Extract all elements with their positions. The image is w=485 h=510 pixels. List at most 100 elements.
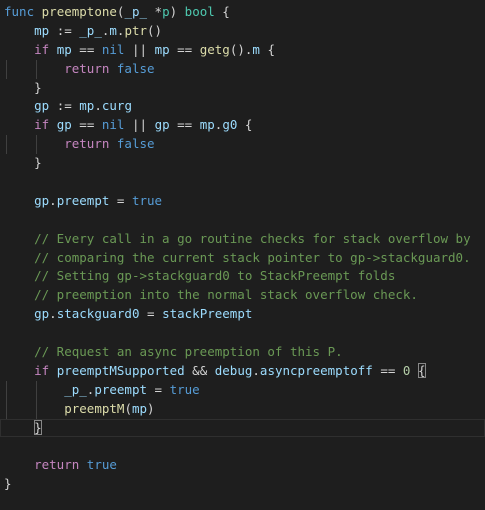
- operator: ==: [372, 362, 403, 378]
- code-line[interactable]: // Setting gp->stackguard0 to StackPreem…: [0, 267, 485, 286]
- code-line[interactable]: gp.preempt = true: [0, 192, 485, 211]
- indent-guide: [6, 399, 7, 419]
- operator: .: [49, 306, 57, 322]
- comment: // Every call in a go routine checks for…: [34, 230, 471, 246]
- operator: ==: [71, 41, 102, 57]
- identifier: mp: [34, 22, 50, 38]
- operator: *: [147, 4, 163, 19]
- operator: =: [139, 306, 163, 322]
- code-line[interactable]: return false: [0, 135, 485, 155]
- matched-bracket: {: [417, 362, 426, 378]
- operator: [79, 457, 87, 472]
- operator: .: [94, 98, 102, 114]
- function-name: preemptone: [41, 4, 117, 19]
- operator: :=: [49, 22, 80, 38]
- code-line[interactable]: if preemptMSupported && debug.asyncpreem…: [0, 362, 485, 381]
- control-keyword: return: [64, 60, 110, 76]
- identifier: _p_: [124, 4, 148, 19]
- operator: .: [49, 192, 57, 208]
- code-line[interactable]: }: [0, 79, 485, 98]
- code-line[interactable]: }: [0, 418, 485, 438]
- identifier: mp: [154, 41, 170, 57]
- identifier: preemptMSupported: [56, 362, 185, 378]
- code-line[interactable]: // preemption into the normal stack over…: [0, 286, 485, 305]
- operator: ): [169, 4, 185, 19]
- indent-guide: [36, 399, 37, 419]
- identifier: mp: [131, 400, 148, 416]
- operator: (: [124, 400, 132, 416]
- code-line[interactable]: preemptM(mp): [0, 399, 485, 419]
- control-keyword: if: [34, 41, 50, 57]
- indent-guide: [6, 380, 7, 400]
- operator: }: [34, 79, 42, 95]
- operator: [109, 136, 117, 151]
- code-line[interactable]: gp.stackguard0 = stackPreempt: [0, 305, 485, 324]
- keyword: true: [169, 381, 200, 397]
- code-line[interactable]: _p_.preempt = true: [0, 380, 485, 400]
- code-line[interactable]: }: [0, 475, 485, 494]
- operator: [34, 4, 42, 19]
- code-line[interactable]: mp := _p_.m.ptr(): [0, 22, 485, 41]
- code-line[interactable]: }: [0, 154, 485, 173]
- operator: ||: [124, 41, 155, 57]
- code-line[interactable]: [0, 324, 485, 343]
- code-line[interactable]: if gp == nil || gp == mp.g0 {: [0, 116, 485, 135]
- code-line[interactable]: gp := mp.curg: [0, 97, 485, 116]
- operator: ): [147, 400, 155, 416]
- indent-guide: [36, 380, 37, 400]
- operator: }: [34, 155, 42, 171]
- code-line[interactable]: // Request an async preemption of this P…: [0, 343, 485, 362]
- identifier: curg: [101, 98, 132, 114]
- operator: [109, 61, 117, 76]
- operator: ==: [71, 117, 102, 133]
- code-line[interactable]: [0, 437, 485, 456]
- control-keyword: return: [34, 457, 80, 473]
- identifier: m: [109, 22, 117, 38]
- keyword: false: [116, 60, 155, 76]
- keyword: true: [131, 192, 163, 208]
- identifier: _p_: [79, 22, 102, 38]
- indent-guide: [36, 59, 37, 79]
- keyword: false: [116, 136, 155, 152]
- control-keyword: if: [34, 117, 50, 133]
- code-line[interactable]: return true: [0, 456, 485, 475]
- type-name: p: [162, 4, 170, 19]
- identifier: gp: [154, 117, 170, 133]
- type-name: bool: [184, 4, 215, 19]
- operator: &&: [184, 362, 215, 378]
- operator: {: [259, 41, 276, 57]
- code-editor[interactable]: func preemptone(_p_ *p) bool { mp := _p_…: [0, 0, 485, 510]
- control-keyword: return: [64, 136, 110, 152]
- code-line[interactable]: return false: [0, 59, 485, 79]
- code-line[interactable]: if mp == nil || mp == getg().m {: [0, 41, 485, 60]
- identifier: m: [252, 41, 260, 57]
- identifier: g0: [222, 117, 238, 133]
- code-line[interactable]: [0, 173, 485, 192]
- operator: ().: [229, 41, 253, 57]
- indent-guide: [6, 59, 7, 79]
- identifier: preempt: [56, 192, 110, 208]
- code-line[interactable]: func preemptone(_p_ *p) bool {: [0, 3, 485, 22]
- code-line[interactable]: // comparing the current stack pointer t…: [0, 249, 485, 268]
- indent-guide: [6, 135, 7, 155]
- keyword: nil: [101, 117, 125, 133]
- code-line[interactable]: [0, 211, 485, 230]
- operator: =: [147, 381, 170, 397]
- code-line[interactable]: // Every call in a go routine checks for…: [0, 230, 485, 249]
- operator: [49, 117, 57, 132]
- identifier: mp: [199, 117, 215, 133]
